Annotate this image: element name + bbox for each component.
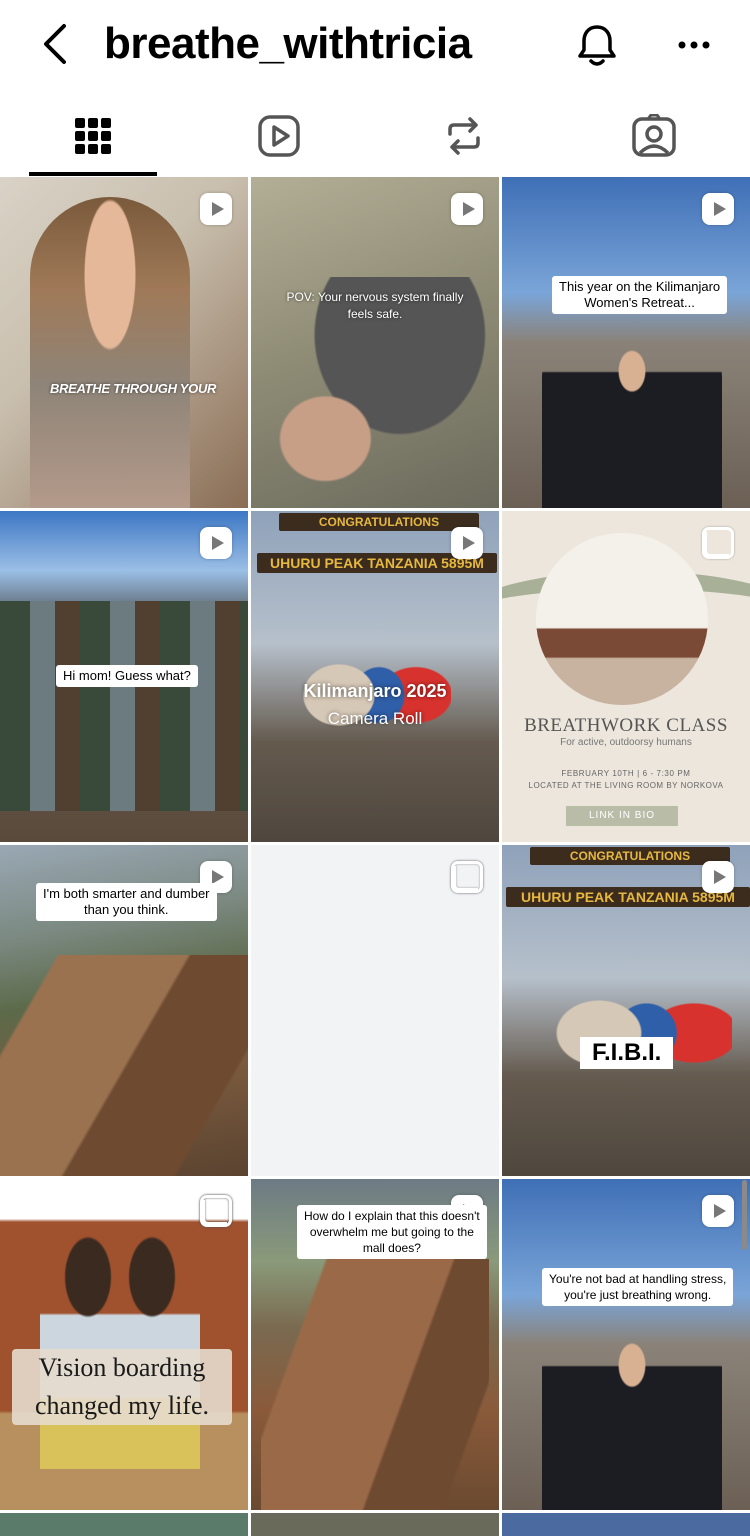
post-tile[interactable] [0, 1513, 248, 1536]
post-subtitle: For active, outdoorsy humans [560, 737, 692, 748]
post-title: BREATHWORK CLASS [524, 715, 728, 736]
link-in-bio-label: LINK IN BIO [566, 806, 678, 826]
reel-icon [702, 193, 734, 225]
post-subcaption: Camera Roll [327, 709, 423, 728]
carousel-icon [702, 527, 734, 559]
post-caption: POV: Your nervous system finally feels s… [286, 290, 464, 321]
post-tile[interactable]: CONGRATULATIONS UHURU PEAK TANZANIA 5895… [502, 845, 750, 1176]
chevron-left-icon [44, 24, 66, 64]
post-image [0, 955, 248, 1176]
tab-grid[interactable] [29, 96, 157, 176]
tagged-icon [632, 114, 676, 157]
post-image [261, 1259, 489, 1510]
post-tile[interactable]: This year on the Kilimanjaro Women's Ret… [502, 177, 750, 508]
notifications-button[interactable] [572, 20, 622, 70]
post-image [542, 337, 722, 508]
post-image [30, 197, 190, 508]
post-tile[interactable]: I'm both smarter and dumber than you thi… [0, 845, 248, 1176]
post-tile[interactable]: POV: Your nervous system finally feels s… [251, 177, 499, 508]
post-tile[interactable]: How do I explain that this doesn't overw… [251, 1179, 499, 1510]
reel-icon [702, 861, 734, 893]
post-image [542, 1329, 722, 1510]
post-tile[interactable]: Vision boarding changed my life. [0, 1179, 248, 1510]
post-tile[interactable] [502, 1513, 750, 1536]
reel-icon [200, 193, 232, 225]
carousel-icon [200, 1195, 232, 1227]
post-tile[interactable] [251, 845, 499, 1176]
post-caption: Hi mom! Guess what? [56, 665, 198, 687]
post-caption: F.I.B.I. [580, 1037, 674, 1069]
sign-text: CONGRATULATIONS [279, 513, 479, 531]
post-date: FEBRUARY 10TH | 6 - 7:30 PM [561, 769, 691, 778]
bell-icon [578, 25, 616, 66]
post-location: LOCATED AT THE LIVING ROOM BY NORKOVA [528, 781, 724, 790]
post-image [536, 533, 708, 705]
post-caption: Kilimanjaro 2025 [303, 681, 447, 701]
profile-tabs [0, 96, 750, 176]
reels-icon [258, 115, 300, 157]
back-button[interactable] [36, 22, 76, 66]
post-caption: I'm both smarter and dumber than you thi… [36, 883, 217, 921]
post-image [0, 601, 248, 811]
tab-reposts[interactable] [400, 96, 528, 176]
post-tile[interactable]: Hi mom! Guess what? [0, 511, 248, 842]
more-options-button[interactable] [672, 28, 722, 62]
reel-icon [200, 527, 232, 559]
repost-icon [448, 117, 480, 155]
reel-icon [702, 1195, 734, 1227]
tab-tagged[interactable] [590, 96, 718, 176]
post-caption: Vision boarding changed my life. [12, 1349, 232, 1425]
scrollbar[interactable] [742, 1180, 747, 1250]
post-tile[interactable]: BREATHE THROUGH YOUR [0, 177, 248, 508]
post-tile[interactable] [251, 1513, 499, 1536]
carousel-icon [451, 861, 483, 893]
sign-text: CONGRATULATIONS [530, 847, 730, 865]
post-tile[interactable]: You're not bad at handling stress, you'r… [502, 1179, 750, 1510]
post-tile[interactable]: CONGRATULATIONS UHURU PEAK TANZANIA 5895… [251, 511, 499, 842]
post-tile[interactable]: BREATHWORK CLASS For active, outdoorsy h… [502, 511, 750, 842]
reel-icon [451, 527, 483, 559]
post-caption: You're not bad at handling stress, you'r… [542, 1268, 734, 1306]
profile-header: breathe_withtricia [0, 0, 750, 92]
profile-username: breathe_withtricia [104, 19, 472, 68]
ellipsis-icon [678, 41, 710, 49]
reel-icon [451, 193, 483, 225]
post-caption: BREATHE THROUGH YOUR [50, 381, 217, 396]
grid-icon [75, 118, 111, 154]
tab-reels[interactable] [215, 96, 343, 176]
post-caption: This year on the Kilimanjaro Women's Ret… [552, 276, 728, 314]
post-caption: How do I explain that this doesn't overw… [297, 1205, 487, 1259]
